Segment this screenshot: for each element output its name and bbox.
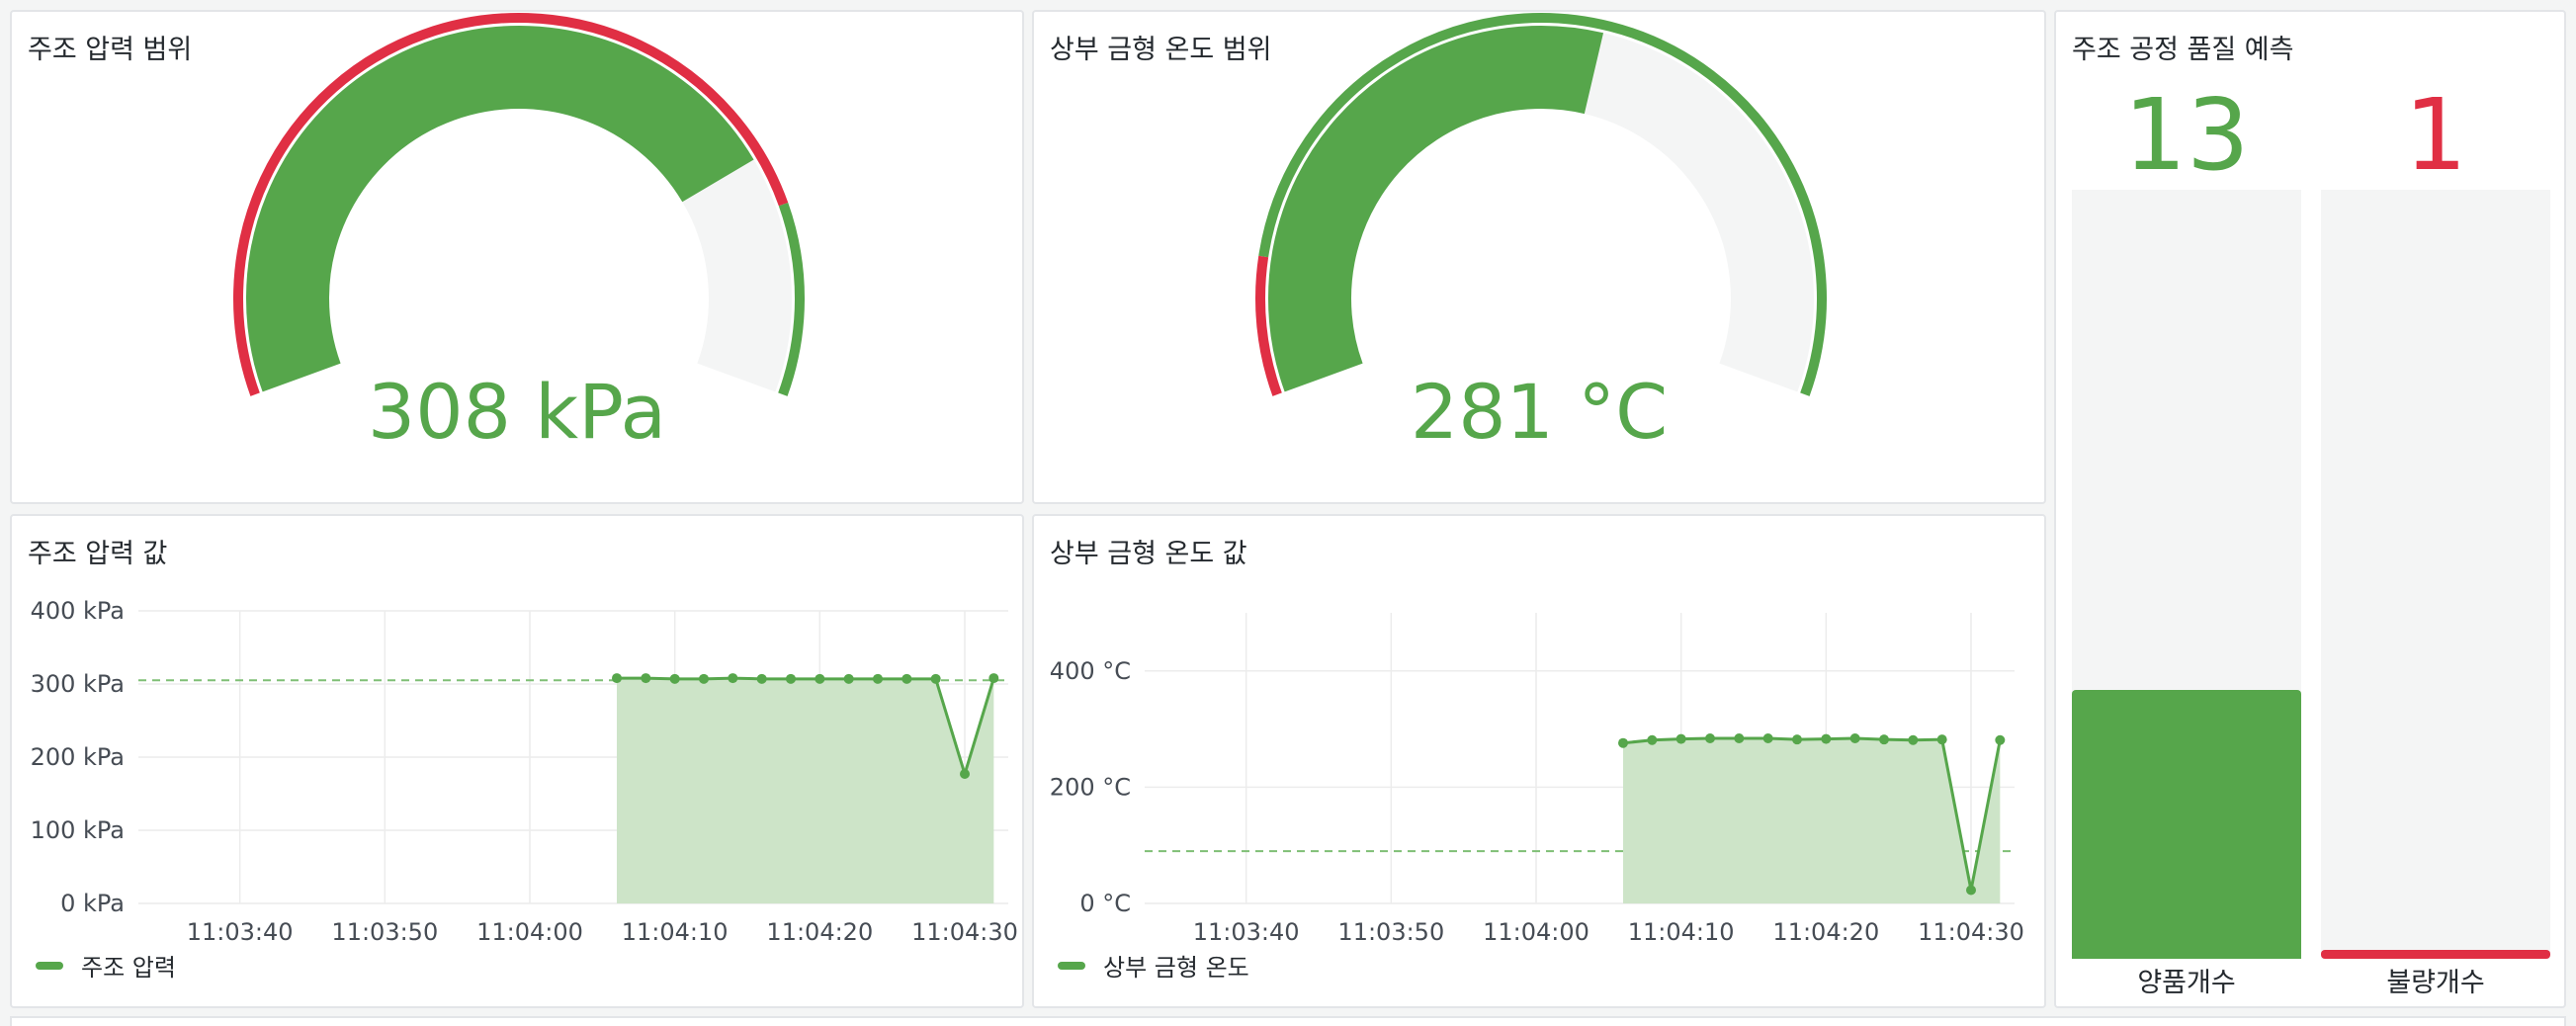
x-tick-label: 11:03:40 [1193,918,1300,946]
data-point[interactable] [988,673,999,684]
data-point[interactable] [1821,733,1832,744]
legend-item[interactable]: 상부 금형 온도 [1058,948,1249,983]
data-point[interactable] [1966,885,1976,896]
legend-label: 상부 금형 온도 [1103,954,1249,982]
good-count-bar-track [2072,190,2301,959]
gauge-value: 281 °C [1410,368,1669,456]
x-tick-label: 11:04:10 [1628,918,1735,946]
bad-count-value: 1 [2404,77,2467,193]
pressure-gauge-panel[interactable]: 주조 압력 범위 308 kPa [10,10,1024,504]
gauge-value-arc [1268,26,1603,392]
data-point[interactable] [699,673,709,684]
data-point[interactable] [1647,734,1658,745]
x-tick-label: 11:04:00 [1483,918,1589,946]
quality-prediction-panel[interactable]: 주조 공정 품질 예측 13 양품개수 1 불량개수 [2054,10,2566,1008]
series-area [1623,738,2001,903]
data-point[interactable] [930,673,941,684]
x-tick-label: 11:04:10 [622,918,729,946]
legend-swatch [36,961,63,970]
data-point[interactable] [815,673,825,684]
x-tick-label: 11:04:20 [1772,918,1879,946]
panel-title: 상부 금형 온도 범위 [1050,35,1272,65]
legend-item[interactable]: 주조 압력 [36,948,176,983]
data-point[interactable] [1675,733,1686,744]
y-tick-label: 0 kPa [60,890,125,917]
data-point[interactable] [612,673,622,684]
x-tick-label: 11:04:00 [476,918,583,946]
bad-count-label: 불량개수 [2386,968,2485,998]
temperature-timeseries-chart[interactable]: 0 °C 200 °C 400 °C 11:03:40 11:03:50 11:04:00… [1034,516,2046,1008]
good-count-label: 양품개수 [2137,968,2236,998]
data-point[interactable] [728,673,738,684]
y-tick-label: 200 °C [1050,773,1131,801]
panel-title: 주조 압력 값 [28,539,168,569]
data-point[interactable] [1849,733,1860,744]
data-point[interactable] [669,673,680,684]
x-tick-label: 11:04:30 [1918,918,2024,946]
data-point[interactable] [1792,734,1802,745]
bad-count-bar-track [2321,190,2550,959]
temperature-gauge-panel[interactable]: 상부 금형 온도 범위 281 °C [1032,10,2046,504]
good-count-value: 13 [2123,77,2250,193]
bad-count-bar-fill [2321,949,2550,959]
legend-swatch [1058,961,1085,970]
pressure-chart-panel[interactable]: 0 kPa 100 kPa 200 kPa 300 kPa 400 kPa 11:03:4… [10,514,1024,1008]
x-tick-label: 11:04:20 [766,918,873,946]
next-row-panel-edge [10,1016,2566,1026]
panel-title: 주조 압력 범위 [28,35,193,65]
data-point[interactable] [1762,733,1773,744]
data-point[interactable] [1995,734,2006,745]
data-point[interactable] [1879,734,1889,745]
good-count-bar-fill [2072,689,2301,959]
x-tick-label: 11:03:50 [331,918,438,946]
data-point[interactable] [1705,733,1715,744]
x-tick-label: 11:04:30 [911,918,1018,946]
y-tick-label: 400 °C [1050,657,1131,685]
temperature-chart-panel[interactable]: 0 °C 200 °C 400 °C 11:03:40 11:03:50 11:04:00… [1032,514,2046,1008]
x-tick-label: 11:03:50 [1337,918,1444,946]
data-point[interactable] [1734,733,1745,744]
y-tick-label: 200 kPa [31,743,125,771]
data-point[interactable] [641,673,651,684]
panel-title: 주조 공정 품질 예측 [2072,35,2294,65]
data-point[interactable] [902,673,912,684]
y-tick-label: 0 °C [1079,890,1131,917]
y-tick-label: 100 kPa [31,816,125,844]
y-tick-label: 400 kPa [31,597,125,625]
data-point[interactable] [1936,734,1947,745]
series-area [617,678,994,903]
data-point[interactable] [843,673,854,684]
gauge-value: 308 kPa [367,368,667,456]
pressure-timeseries-chart[interactable]: 0 kPa 100 kPa 200 kPa 300 kPa 400 kPa 11:03:4… [12,516,1024,1008]
data-point[interactable] [873,673,883,684]
gauge-value-arc [246,26,754,392]
panel-title: 상부 금형 온도 값 [1050,539,1247,569]
y-tick-label: 300 kPa [31,670,125,698]
data-point[interactable] [1908,734,1919,745]
data-point[interactable] [756,673,767,684]
data-point[interactable] [786,673,796,684]
data-point[interactable] [960,769,970,780]
legend-label: 주조 압력 [81,954,176,982]
x-tick-label: 11:03:40 [187,918,294,946]
data-point[interactable] [1618,737,1628,748]
